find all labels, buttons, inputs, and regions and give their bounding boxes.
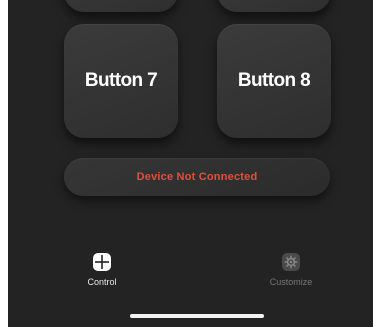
tab-control-label: Control: [87, 277, 117, 287]
home-indicator: [130, 314, 264, 318]
button-partial-top-right[interactable]: [217, 0, 331, 12]
tab-customize[interactable]: Customize: [251, 252, 331, 287]
connection-status-text: Device Not Connected: [136, 171, 258, 183]
app-screen: Button 7 Button 8 Device Not Connected C…: [8, 0, 373, 327]
button-7[interactable]: Button 7: [64, 24, 178, 138]
button-7-label: Button 7: [84, 70, 158, 91]
tab-customize-label: Customize: [269, 277, 313, 287]
tab-control[interactable]: Control: [62, 252, 142, 287]
gear-icon: [282, 253, 300, 271]
grid-icon: [93, 253, 111, 271]
button-8-label: Button 8: [237, 70, 311, 91]
connection-status-bar: Device Not Connected: [64, 158, 330, 196]
button-8[interactable]: Button 8: [217, 24, 331, 138]
button-partial-top-left[interactable]: [64, 0, 178, 12]
